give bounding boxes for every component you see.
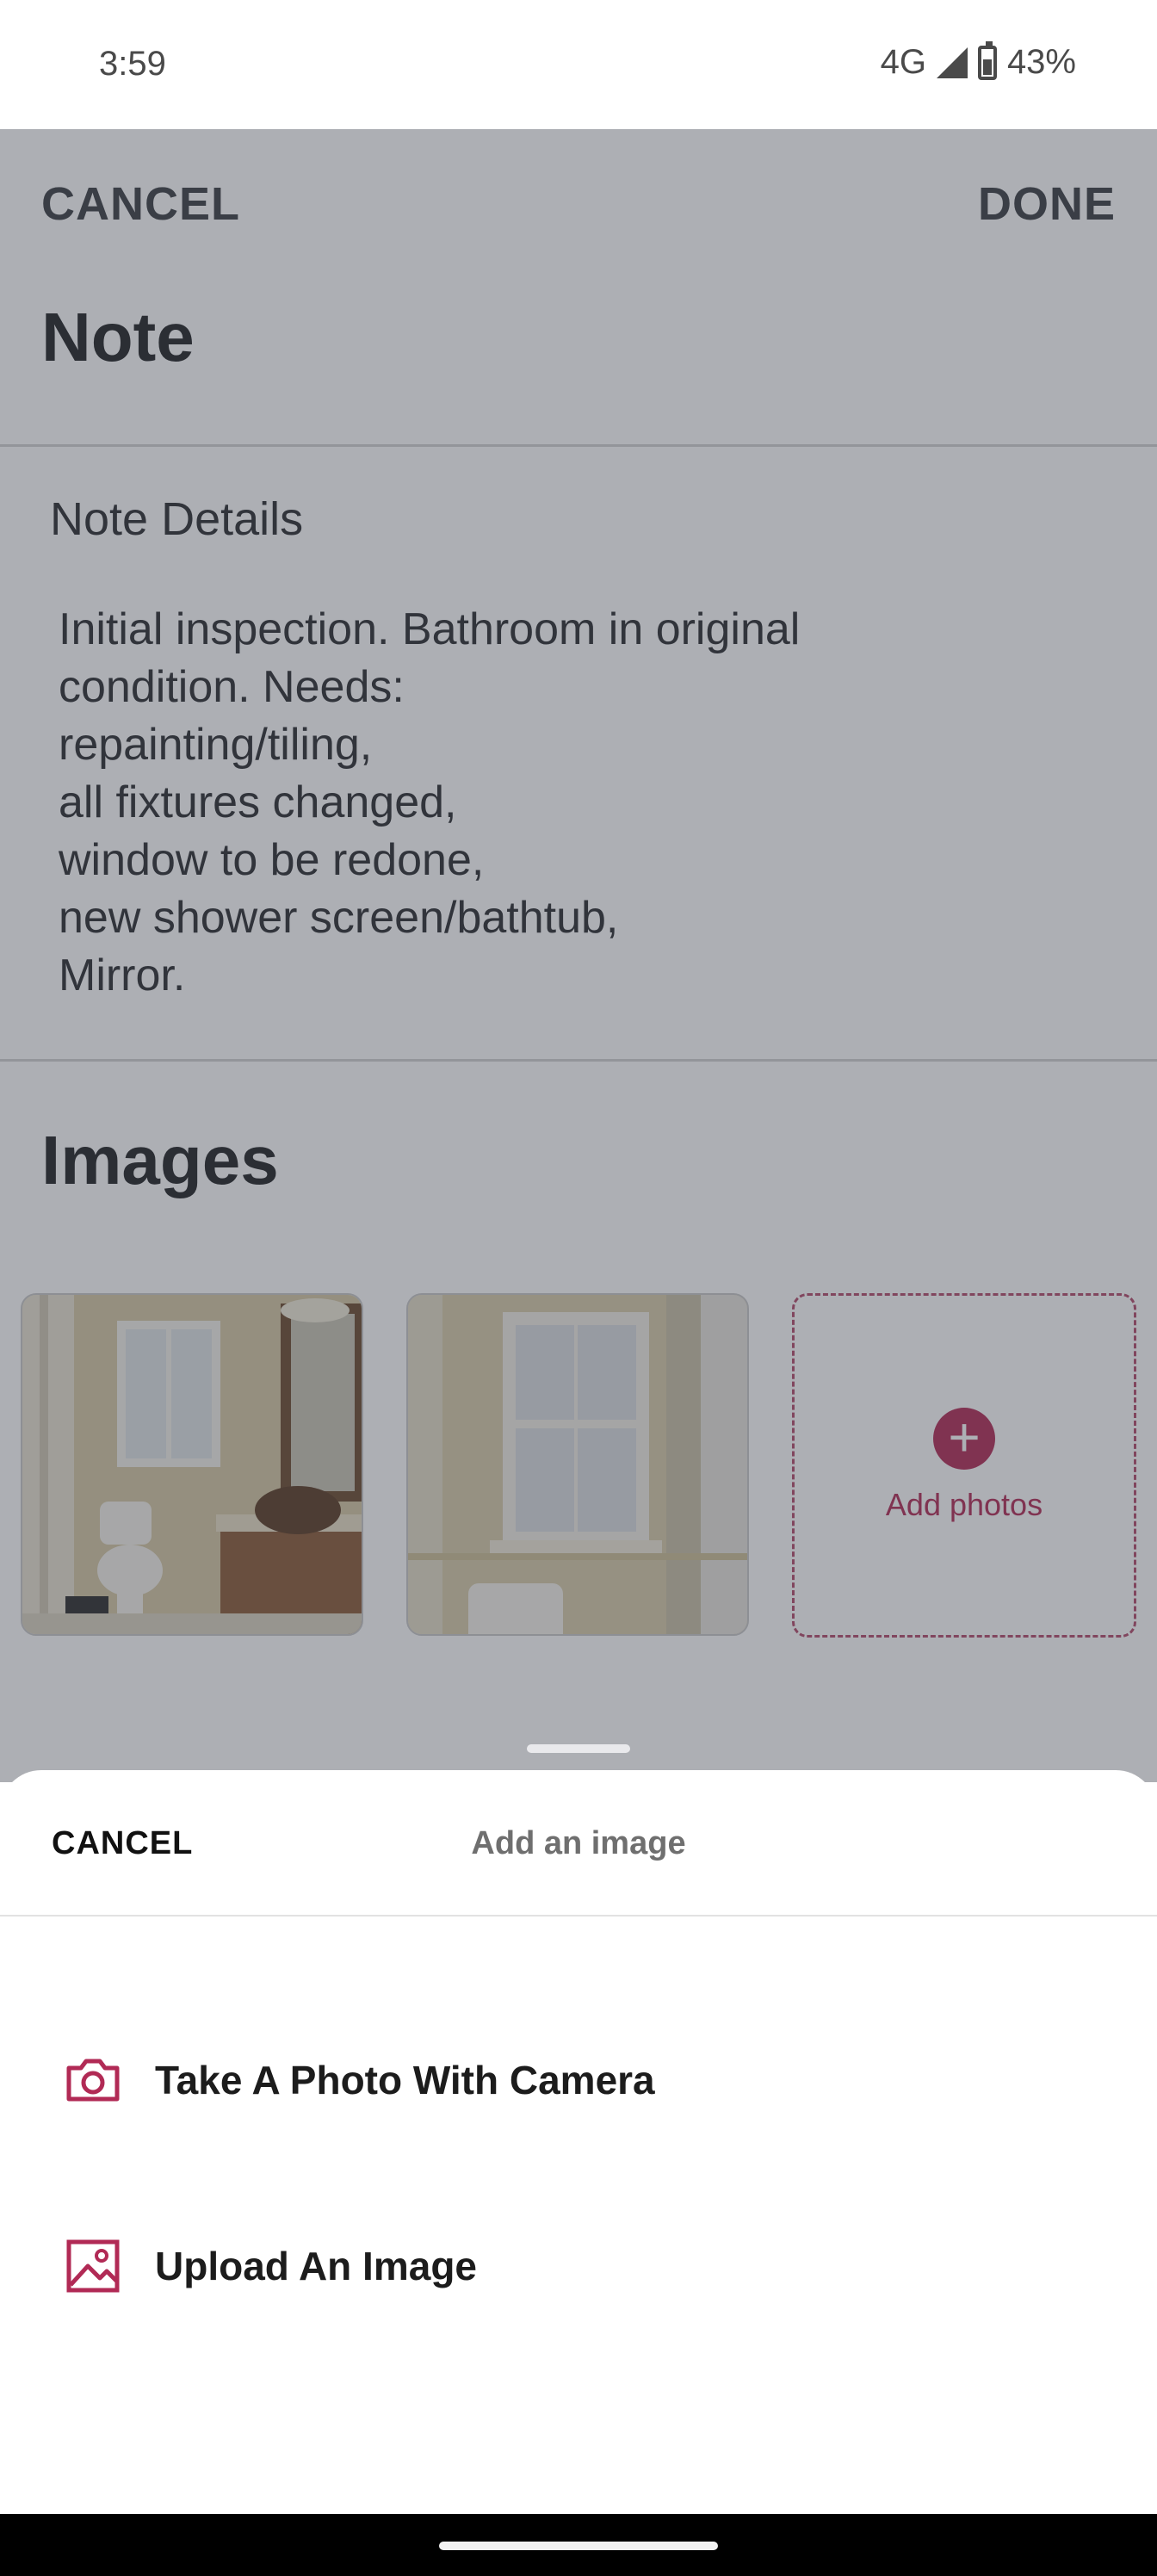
upload-image-label: Upload An Image: [155, 2244, 477, 2288]
add-image-sheet: CANCEL Add an image Take A Photo With Ca…: [0, 1770, 1157, 2514]
sheet-drag-handle[interactable]: [527, 1744, 630, 1753]
system-nav-bar: [0, 2514, 1157, 2576]
take-photo-option[interactable]: Take A Photo With Camera: [0, 2028, 1157, 2132]
upload-image-option[interactable]: Upload An Image: [0, 2214, 1157, 2318]
battery-level: 43%: [1006, 43, 1076, 81]
battery-icon: [977, 40, 997, 80]
status-icons: 4G 43%: [880, 40, 1076, 82]
status-bar: 3:59 4G 43%: [0, 0, 1157, 129]
camera-icon: [62, 2049, 124, 2111]
take-photo-label: Take A Photo With Camera: [155, 2058, 655, 2102]
network-type: 4G: [880, 43, 926, 81]
signal-icon: [936, 46, 968, 78]
image-icon: [62, 2235, 124, 2297]
sheet-title: Add an image: [471, 1825, 686, 1861]
sheet-divider: [0, 1915, 1157, 1917]
home-gesture-handle[interactable]: [439, 2542, 718, 2550]
modal-scrim[interactable]: [0, 129, 1157, 1782]
status-time: 3:59: [99, 45, 166, 83]
